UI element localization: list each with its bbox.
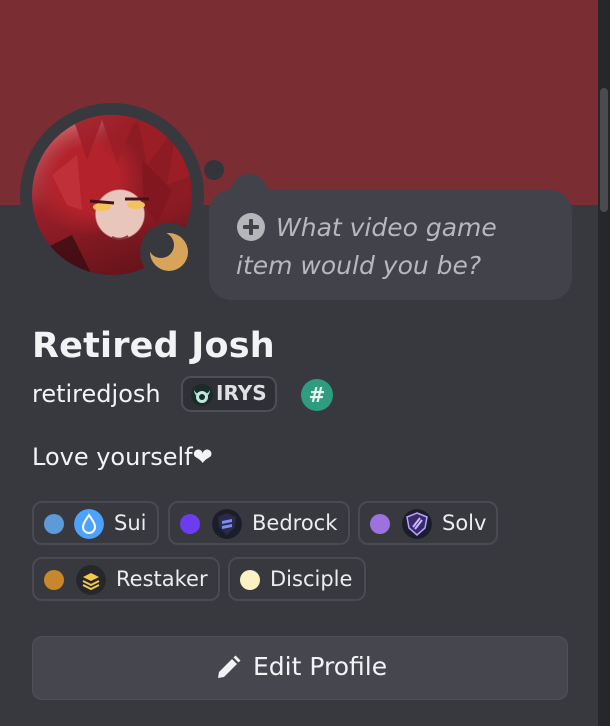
role-bedrock[interactable]: Bedrock	[168, 501, 350, 545]
bedrock-shield-icon	[212, 509, 242, 539]
restaker-layers-icon	[76, 565, 106, 595]
edit-profile-label: Edit Profile	[253, 652, 388, 681]
bio: Love yourself❤	[32, 443, 213, 471]
role-disciple[interactable]: Disciple	[228, 557, 366, 601]
role-restaker[interactable]: Restaker	[32, 557, 220, 601]
role-label: Restaker	[116, 567, 208, 591]
server-tag-label: IRYS	[216, 381, 267, 405]
role-sui[interactable]: Sui	[32, 501, 159, 545]
role-color-dot	[44, 514, 64, 534]
role-label: Sui	[114, 511, 147, 535]
scrollbar[interactable]	[600, 88, 608, 212]
role-label: Bedrock	[252, 511, 338, 535]
role-label: Solv	[442, 511, 487, 535]
role-color-dot	[240, 570, 260, 590]
username[interactable]: retiredjosh	[32, 380, 161, 408]
role-color-dot	[370, 514, 390, 534]
solv-shield-icon	[402, 509, 432, 539]
irys-icon	[191, 384, 213, 406]
role-color-dot	[44, 570, 64, 590]
hashtag-badge[interactable]: #	[301, 379, 333, 411]
role-solv[interactable]: Solv	[358, 501, 498, 545]
custom-status-placeholder[interactable]: What video game item would you be?	[236, 209, 556, 285]
sui-droplet-icon	[74, 509, 104, 539]
role-label: Disciple	[270, 567, 353, 591]
thought-dot-small	[204, 160, 224, 180]
role-color-dot	[180, 514, 200, 534]
idle-status-icon[interactable]	[149, 232, 189, 272]
pencil-icon	[218, 655, 241, 678]
display-name: Retired Josh	[32, 326, 275, 366]
